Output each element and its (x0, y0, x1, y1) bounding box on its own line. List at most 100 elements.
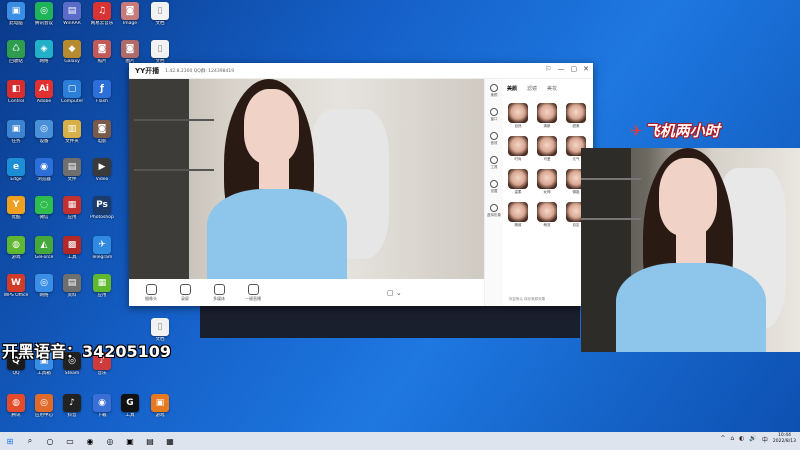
app-icon: ▦ (93, 274, 111, 292)
pin-icon[interactable]: ⚐ (545, 65, 551, 73)
desktop-icon[interactable]: ◧ Control (2, 80, 30, 104)
desktop-icon[interactable]: Y 优酷 (2, 196, 30, 220)
desktop-icon[interactable]: ▦ 应用 (58, 196, 86, 220)
desktop-icon-label: Computer (60, 99, 84, 104)
toolbar-button[interactable]: 摄像头 (141, 283, 161, 302)
tray-icon[interactable]: ⌂ (730, 435, 734, 444)
side-nav-item[interactable]: 虚拟形象 (485, 199, 503, 223)
start-icon[interactable]: ⊞ (0, 432, 20, 450)
toolbar-button[interactable]: 多媒体 (209, 283, 229, 302)
face-preset[interactable]: 女神 (536, 169, 558, 195)
toolbar-button[interactable]: 一键直播 (243, 283, 263, 302)
side-footer[interactable]: 恢复默认 保存美颜效果 (509, 297, 545, 302)
desktop-icon[interactable]: ♪ 抖音 (58, 394, 86, 418)
tray-icon[interactable]: 🔊 (749, 435, 756, 444)
browser-icon[interactable]: ◉ (80, 432, 100, 450)
desktop-icon[interactable]: ◙ Image (116, 2, 144, 26)
face-label: 精致 (514, 223, 522, 227)
desktop-icon[interactable]: ▯ 文档 (146, 40, 174, 64)
desktop-icon[interactable]: ◉ 下载 (88, 394, 116, 418)
desktop-icon[interactable]: ◎ 网络 (30, 274, 58, 298)
side-nav-item[interactable]: 设置 (485, 175, 503, 199)
desktop-icon[interactable]: ◎ 腾讯会议 (30, 2, 58, 26)
app-icon[interactable]: ▦ (160, 432, 180, 450)
desktop-icon[interactable]: ◙ 照片 (88, 40, 116, 64)
desktop-icon[interactable]: ◈ 网络 (30, 40, 58, 64)
side-tab[interactable]: 滤镜 (527, 85, 537, 92)
desktop-icon[interactable]: ƒ Flash (88, 80, 116, 104)
face-preset[interactable]: 清新 (536, 103, 558, 129)
desktop-icon[interactable]: e Edge (2, 158, 30, 182)
desktop-icon[interactable]: ◌ 微信 (30, 196, 58, 220)
desktop-icon[interactable]: ▯ 文档 (146, 2, 174, 26)
desktop-icon[interactable]: ▩ 工具 (58, 236, 86, 260)
maximize-icon[interactable]: ▢ (571, 65, 578, 73)
face-preset[interactable]: 温柔 (507, 169, 529, 195)
side-nav-item[interactable]: 美颜 (485, 79, 503, 103)
search-icon[interactable]: ⌕ (20, 432, 40, 450)
face-preset[interactable]: 精致 (507, 202, 529, 228)
side-nav-item[interactable]: 工具 (485, 151, 503, 175)
side-tab[interactable]: 美颜 (507, 85, 517, 92)
desktop-icon[interactable]: ▣ 此电脑 (2, 2, 30, 26)
desktop-icon[interactable]: ◍ 腾讯 (2, 394, 30, 418)
desktop-icon[interactable]: ◉ 浏览器 (30, 158, 58, 182)
desktop-icon[interactable]: ▢ Computer (58, 80, 86, 104)
side-nav-item[interactable]: 窗口 (485, 103, 503, 127)
desktop-icon[interactable]: Ps Photoshop (88, 196, 116, 220)
desktop-icon[interactable]: ◙ 电影 (88, 120, 116, 144)
desktop-icon[interactable]: ◆ Galaxy (58, 40, 86, 64)
yy-titlebar[interactable]: YY开播 1.42.8.2300 QQ群: 124398419 ⚐ — ▢ ✕ (129, 63, 593, 79)
desktop-icon[interactable]: ♺ 回收站 (2, 40, 30, 64)
side-nav-item[interactable]: 音效 (485, 127, 503, 151)
minimize-icon[interactable]: — (558, 65, 565, 73)
desktop-icon[interactable]: ♫ 网易云音乐 (88, 2, 116, 26)
app-icon: ◎ (35, 120, 53, 138)
app-icon[interactable]: ◎ (100, 432, 120, 450)
desktop-icon[interactable]: ◍ 游戏 (2, 236, 30, 260)
desktop-icon[interactable]: ▶ Video (88, 158, 116, 182)
desktop-icon[interactable]: ◎ 设备 (30, 120, 58, 144)
face-label: 自然 (514, 124, 522, 128)
app-icon: ◍ (7, 236, 25, 254)
desktop-icon[interactable]: ▣ 任务 (2, 120, 30, 144)
desktop-icon[interactable]: ▥ 文件夹 (58, 120, 86, 144)
nav-label: 美颜 (490, 93, 498, 97)
clock[interactable]: 10:44 2022/8/13 (773, 433, 796, 445)
overlay-text: 开黑语音：34205109 (2, 342, 172, 361)
desktop-icon[interactable]: ▤ 文件 (58, 158, 86, 182)
file-icon[interactable]: ▭ (60, 432, 80, 450)
app-icon[interactable]: ▤ (140, 432, 160, 450)
face-preset[interactable]: 甜美 (565, 103, 587, 129)
task-view-icon[interactable]: ○ (40, 432, 60, 450)
app-icon: ▤ (63, 274, 81, 292)
face-preset[interactable]: 可爱 (536, 136, 558, 162)
desktop-icon[interactable]: G 工具 (116, 394, 144, 418)
desktop-icon[interactable]: ◙ 图片 (116, 40, 144, 64)
app-icon[interactable]: ▣ (120, 432, 140, 450)
desktop-icon-label: 文档 (155, 21, 165, 26)
side-tab[interactable]: 美妆 (547, 85, 557, 92)
tray-icon[interactable]: 中 (762, 435, 768, 444)
promo-text: 飞机两小时 (644, 122, 720, 140)
toolbar-button[interactable]: 录屏 (175, 283, 195, 302)
tray-icon[interactable]: ◐ (739, 435, 744, 444)
desktop-icon[interactable]: ◭ GeForce (30, 236, 58, 260)
close-icon[interactable]: ✕ (583, 65, 589, 73)
camera-select[interactable]: ▢ ⌄ (387, 289, 402, 297)
desktop-icon[interactable]: ◎ 应用中心 (30, 394, 58, 418)
tray-icon[interactable]: ^ (720, 435, 725, 444)
desktop-icon[interactable]: ▦ 应用 (88, 274, 116, 298)
desktop-icon[interactable]: ▤ 资料 (58, 274, 86, 298)
nav-icon (490, 180, 498, 188)
desktop-icon[interactable]: W WPS Office (2, 274, 30, 298)
face-preset[interactable]: 自然 (507, 103, 529, 129)
desktop-icon[interactable]: Ai Adobe (30, 80, 58, 104)
face-thumbnail (508, 103, 528, 123)
face-preset[interactable]: 萌宠 (536, 202, 558, 228)
desktop-icon[interactable]: ✈ Telegram (88, 236, 116, 260)
desktop-icon[interactable]: ▣ 游戏 (146, 394, 174, 418)
desktop-icon[interactable]: ▤ WinRAR (58, 2, 86, 26)
face-preset[interactable]: 时尚 (507, 136, 529, 162)
tool-label: 多媒体 (213, 295, 225, 301)
